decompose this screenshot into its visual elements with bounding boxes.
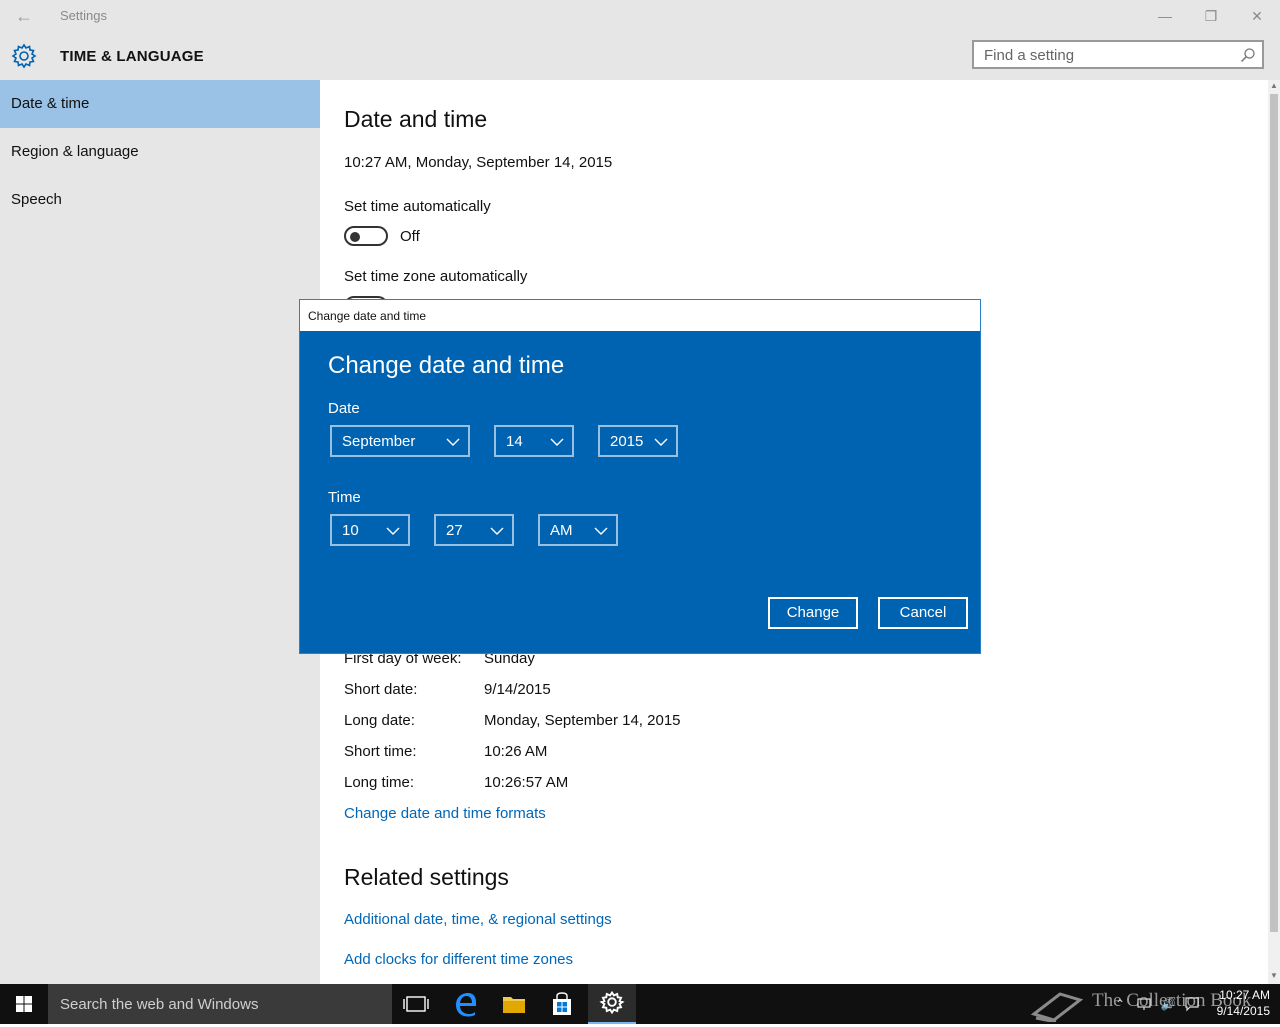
sidebar: Date & time Region & language Speech — [0, 80, 320, 984]
taskbar-search-input[interactable]: Search the web and Windows — [48, 984, 392, 1024]
maximize-button[interactable]: ❐ — [1188, 0, 1234, 32]
back-arrow-icon[interactable]: ← — [12, 6, 36, 26]
chevron-down-icon — [654, 438, 668, 446]
year-value: 2015 — [610, 433, 644, 450]
taskbar-search-placeholder: Search the web and Windows — [60, 996, 259, 1013]
task-view-icon[interactable] — [392, 984, 440, 1024]
format-label-long-date: Long date: — [344, 712, 415, 729]
settings-header: TIME & LANGUAGE Find a setting — [0, 32, 1280, 80]
store-icon[interactable] — [538, 984, 586, 1024]
window-title: Settings — [60, 8, 107, 23]
dialog-heading: Change date and time — [328, 352, 565, 379]
chevron-down-icon — [594, 527, 608, 535]
year-select[interactable]: 2015 — [598, 425, 678, 457]
toggle-knob — [350, 232, 360, 242]
ampm-value: AM — [550, 522, 573, 539]
sidebar-item-region-language[interactable]: Region & language — [0, 128, 320, 176]
cancel-button[interactable]: Cancel — [878, 597, 968, 629]
action-center-icon[interactable] — [1184, 996, 1200, 1012]
current-datetime: 10:27 AM, Monday, September 14, 2015 — [344, 154, 613, 171]
edge-browser-icon[interactable] — [442, 984, 490, 1024]
add-clocks-link[interactable]: Add clocks for different time zones — [344, 951, 573, 968]
scroll-up-arrow-icon[interactable]: ▲ — [1268, 80, 1280, 92]
format-value-short-time: 10:26 AM — [484, 743, 548, 760]
format-value-long-time: 10:26:57 AM — [484, 774, 569, 791]
scrollbar-thumb[interactable] — [1270, 94, 1278, 932]
sidebar-item-speech[interactable]: Speech — [0, 176, 320, 224]
time-label: Time — [328, 489, 361, 506]
hour-value: 10 — [342, 522, 359, 539]
related-settings-heading: Related settings — [344, 864, 509, 890]
close-button[interactable]: ✕ — [1234, 0, 1280, 32]
file-explorer-icon[interactable] — [490, 984, 538, 1024]
chevron-down-icon — [446, 438, 460, 446]
change-formats-link[interactable]: Change date and time formats — [344, 805, 546, 822]
search-input[interactable]: Find a setting — [972, 40, 1264, 69]
volume-icon[interactable]: 🔊 — [1160, 996, 1176, 1012]
settings-taskbar-button[interactable] — [588, 984, 636, 1024]
dialog-titlebar: Change date and time — [300, 300, 980, 331]
set-time-auto-label: Set time automatically — [344, 198, 491, 215]
dialog-titlebar-text: Change date and time — [308, 309, 427, 323]
gear-icon — [11, 43, 37, 69]
section-heading: Date and time — [344, 106, 488, 132]
day-value: 14 — [506, 433, 523, 450]
minimize-button[interactable]: — — [1142, 0, 1188, 32]
change-button[interactable]: Change — [768, 597, 858, 629]
format-label-short-date: Short date: — [344, 681, 418, 698]
minute-select[interactable]: 27 — [434, 514, 514, 546]
window-titlebar: ← Settings — ❐ ✕ — [0, 0, 1280, 32]
chevron-down-icon — [550, 438, 564, 446]
clock-date: 9/14/2015 — [1216, 1004, 1270, 1018]
set-time-auto-state: Off — [400, 228, 420, 245]
show-hidden-icons-icon[interactable]: ⌃ — [1112, 996, 1128, 1012]
clock-time: 10:27 AM — [1219, 988, 1270, 1002]
day-select[interactable]: 14 — [494, 425, 574, 457]
month-value: September — [342, 433, 416, 450]
change-datetime-dialog: Change date and time Change date and tim… — [299, 299, 981, 654]
page-title: TIME & LANGUAGE — [60, 48, 204, 65]
ampm-select[interactable]: AM — [538, 514, 618, 546]
additional-settings-link[interactable]: Additional date, time, & regional settin… — [344, 911, 612, 928]
chevron-down-icon — [490, 527, 504, 535]
chevron-down-icon — [386, 527, 400, 535]
minute-value: 27 — [446, 522, 463, 539]
gear-icon — [599, 990, 625, 1015]
format-label-long-time: Long time: — [344, 774, 415, 791]
scroll-down-arrow-icon[interactable]: ▼ — [1268, 970, 1280, 982]
set-time-auto-toggle[interactable] — [344, 226, 388, 246]
taskbar-clock[interactable]: 10:27 AM 9/14/2015 — [1200, 987, 1270, 1019]
hour-select[interactable]: 10 — [330, 514, 410, 546]
windows-start-icon[interactable] — [0, 984, 48, 1024]
book-logo-icon — [1030, 992, 1084, 1024]
search-icon[interactable] — [1240, 47, 1256, 63]
sidebar-item-date-time[interactable]: Date & time — [0, 80, 320, 128]
format-value-long-date: Monday, September 14, 2015 — [484, 712, 681, 729]
search-placeholder: Find a setting — [984, 47, 1075, 64]
format-value-short-date: 9/14/2015 — [484, 681, 551, 698]
format-label-short-time: Short time: — [344, 743, 417, 760]
network-icon[interactable] — [1136, 996, 1152, 1012]
taskbar: Search the web and Windows The Collectio… — [0, 984, 1280, 1024]
set-timezone-auto-label: Set time zone automatically — [344, 268, 528, 285]
date-label: Date — [328, 400, 360, 417]
month-select[interactable]: September — [330, 425, 470, 457]
